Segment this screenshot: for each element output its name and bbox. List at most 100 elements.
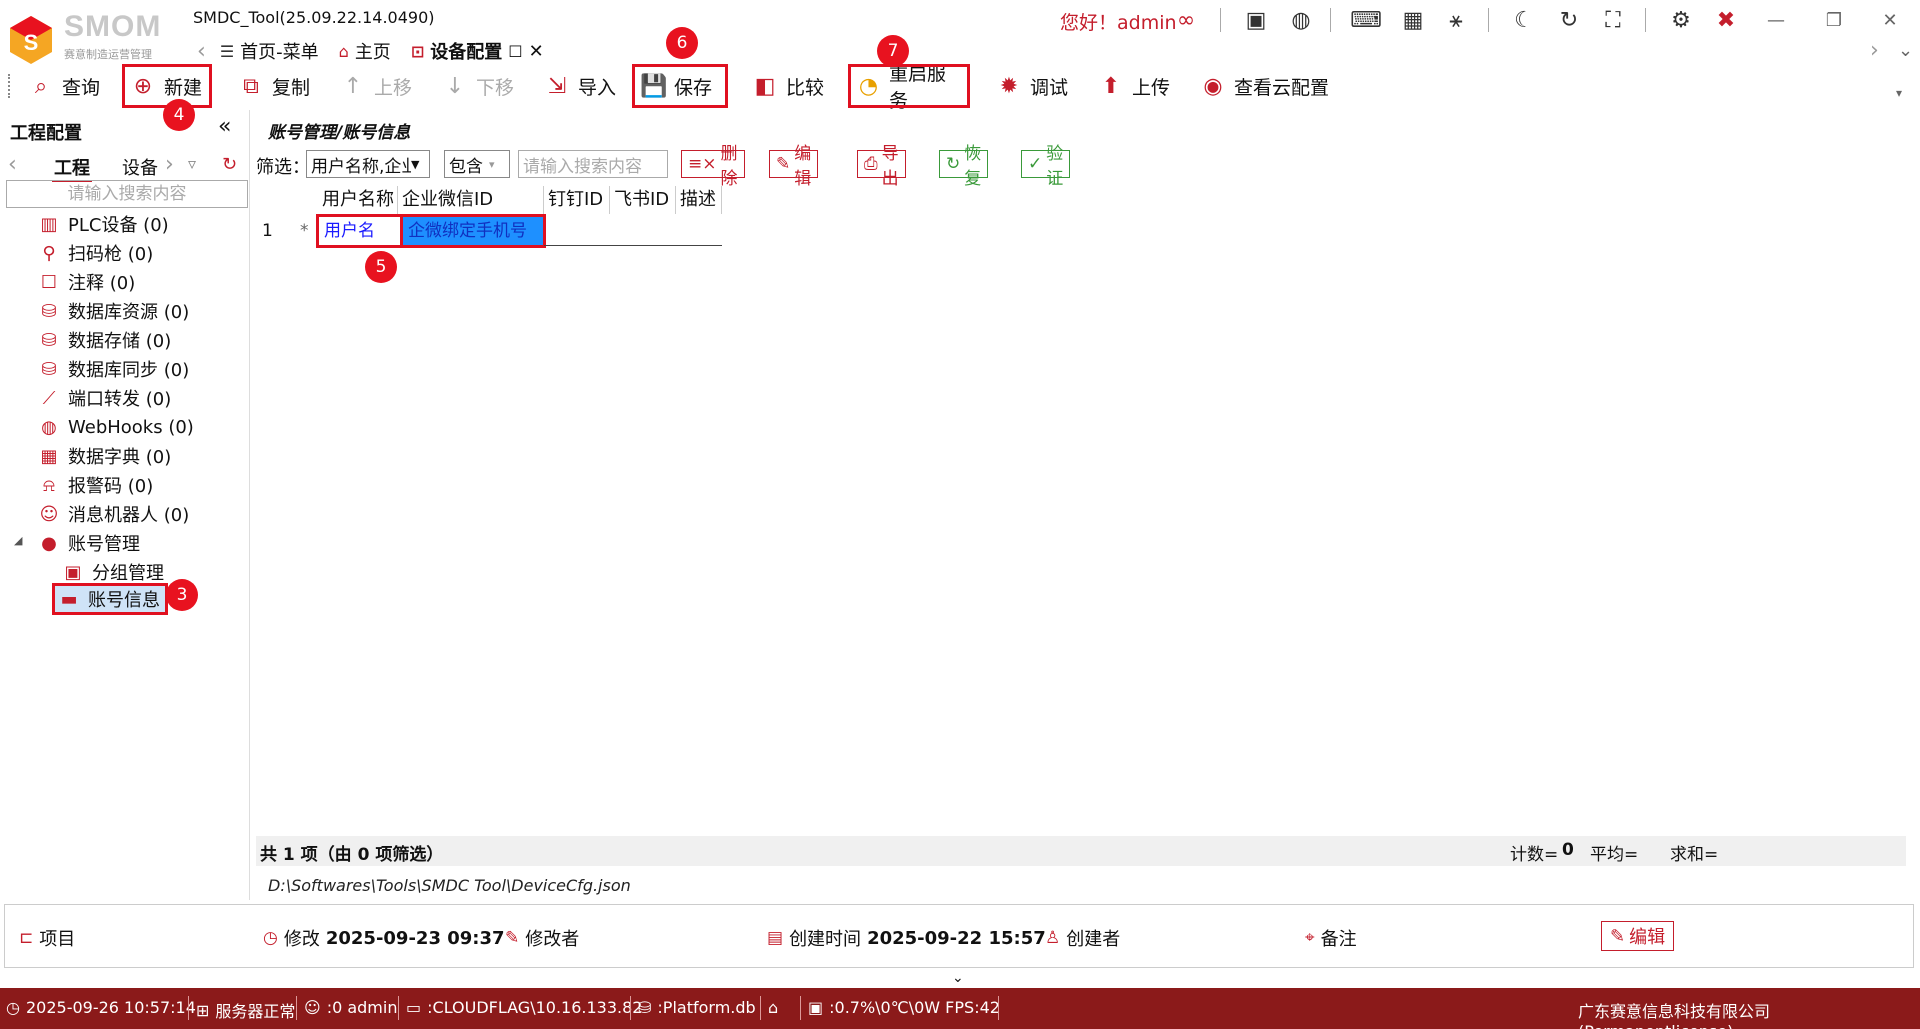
tab-device[interactable]: 设备 xyxy=(122,154,158,180)
edit-button[interactable]: ✎ 编辑 xyxy=(769,144,819,189)
tree-label: 分组管理 xyxy=(92,563,164,584)
tree-item-db-sync[interactable]: ⛁ 数据库同步 (0) xyxy=(38,355,189,383)
maximize-tab-icon[interactable]: ☐ xyxy=(508,42,522,61)
file-path: D:\Softwares\Tools\SMDC Tool\DeviceCfg.j… xyxy=(268,876,631,895)
tree-item-comment[interactable]: ☐ 注释 (0) xyxy=(38,268,135,296)
keyboard-icon[interactable]: ⌨ xyxy=(1350,6,1382,34)
column-header[interactable]: 企业微信ID xyxy=(398,186,544,214)
compare-button[interactable]: ◧ 比较 xyxy=(746,66,830,106)
restore-button[interactable]: ❐ xyxy=(1814,6,1854,34)
column-header[interactable]: 飞书ID xyxy=(610,186,676,214)
tab-scroll-left[interactable]: ‹ xyxy=(193,38,210,64)
filter-field-select[interactable]: 用户名称,企业 ▼ xyxy=(306,150,430,178)
move-down-button[interactable]: ↓ 下移 xyxy=(436,66,520,106)
status-bar: ◷ 2025-09-26 10:57:14 ⊞ 服务器正常 ☺:0 admin ▭:… xyxy=(0,988,1920,1029)
tab-scroll-right-icon[interactable]: › xyxy=(1870,38,1879,63)
tree-item-account-mgmt[interactable]: ● 账号管理 xyxy=(38,529,140,557)
save-button[interactable]: 💾 保存 xyxy=(632,64,728,108)
note-label: 备注 xyxy=(1320,929,1357,950)
tab-home[interactable]: ⌂ 主页 xyxy=(329,38,401,64)
import-button[interactable]: ⇲ 导入 xyxy=(538,66,622,106)
tab-list-icon[interactable]: ⌄ xyxy=(1898,40,1913,61)
tree-item-plc[interactable]: ▥ PLC设备 (0) xyxy=(38,210,168,238)
link-icon[interactable]: ∞ xyxy=(1170,6,1202,34)
new-button[interactable]: ⊕ 新建 xyxy=(122,64,212,108)
modified-field: ◷ 修改 2025-09-23 09:37 xyxy=(263,925,505,951)
port-icon: ⟋ xyxy=(42,387,56,409)
network-icon[interactable]: ⚹ xyxy=(1440,6,1472,34)
filter-search-input[interactable]: 请输入搜索内容 xyxy=(518,150,668,178)
tree-item-port-forward[interactable]: ⟋ 端口转发 (0) xyxy=(38,384,172,412)
marker-5: 5 xyxy=(365,251,397,283)
moon-icon[interactable]: ☾ xyxy=(1508,6,1540,34)
tree-item-alarm-code[interactable]: ⍾ 报警码 (0) xyxy=(38,471,153,499)
tree-item-webhooks[interactable]: ◍ WebHooks (0) xyxy=(38,413,194,441)
gear-icon[interactable]: ⚙ xyxy=(1665,6,1697,34)
project-icon: ⊏ xyxy=(19,928,34,948)
copy-button[interactable]: ⧉ 复制 xyxy=(232,66,316,106)
toolbar-overflow-icon[interactable]: ▾ xyxy=(1896,86,1902,100)
save-icon: 💾 xyxy=(640,73,668,99)
collapse-panel-icon[interactable]: « xyxy=(218,114,231,139)
footer-edit-button[interactable]: ✎ 编辑 xyxy=(1601,921,1675,951)
close-window-button[interactable]: ✕ xyxy=(1870,6,1910,34)
refresh-icon[interactable]: ↻ xyxy=(1553,6,1585,34)
debug-button[interactable]: ✹ 调试 xyxy=(990,66,1074,106)
upload-button[interactable]: ⬆ 上传 xyxy=(1092,66,1176,106)
tree-search-input[interactable]: 请输入搜索内容 xyxy=(6,180,248,208)
group-icon: ▣ xyxy=(64,561,82,583)
status-host: ▭:CLOUDFLAG\10.16.133.82 xyxy=(406,998,642,1017)
cell-wecom-id[interactable]: 企微绑定手机号 xyxy=(400,214,546,248)
menu-icon: ☰ xyxy=(219,41,235,61)
query-button[interactable]: ⌕ 查询 xyxy=(22,66,106,106)
minimize-button[interactable]: — xyxy=(1756,6,1796,34)
view-cloud-config-button[interactable]: ◉ 查看云配置 xyxy=(1194,66,1335,106)
filter-icon[interactable]: ▿ xyxy=(188,154,196,173)
restart-icon: ◔ xyxy=(858,73,879,99)
expand-footer-icon[interactable]: ⌄ xyxy=(952,970,964,986)
globe-icon[interactable]: ◍ xyxy=(1285,6,1317,34)
tab-project[interactable]: 工程 xyxy=(52,154,92,182)
compare-icon: ◧ xyxy=(754,73,776,99)
tools-icon[interactable]: ✖ xyxy=(1710,6,1742,34)
terminal-icon[interactable]: ▣ xyxy=(1240,6,1272,34)
status-company: 广东赛意信息科技有限公司(Permanentlicense) xyxy=(1578,998,1920,1029)
separator xyxy=(296,996,297,1020)
chevron-left-icon[interactable]: ‹ xyxy=(8,152,17,177)
tree-item-group-mgmt[interactable]: ▣ 分组管理 xyxy=(62,558,164,586)
tree-item-scanner[interactable]: ⚲ 扫码枪 (0) xyxy=(38,239,153,267)
tree-item-data-dict[interactable]: ▦ 数据字典 (0) xyxy=(38,442,171,470)
close-tab-icon[interactable]: ✕ xyxy=(529,41,544,62)
column-header[interactable]: 用户名称 xyxy=(318,186,398,214)
tree-item-db-resource[interactable]: ⛁ 数据库资源 (0) xyxy=(38,297,189,325)
expand-triangle-icon[interactable]: ◢ xyxy=(14,534,22,547)
cell-username[interactable]: 用户名 xyxy=(316,214,404,248)
verify-button[interactable]: ✓ 验证 xyxy=(1021,144,1071,189)
refresh-tree-icon[interactable]: ↻ xyxy=(222,154,237,175)
cell-description[interactable] xyxy=(676,216,722,246)
cell-dingtalk-id[interactable] xyxy=(544,216,610,246)
restore-button[interactable]: ↻ 恢复 xyxy=(939,144,989,189)
tree-item-msg-robot[interactable]: ☺ 消息机器人 (0) xyxy=(38,500,190,528)
column-header[interactable]: 钉钉ID xyxy=(544,186,610,214)
fullscreen-icon[interactable]: ⛶ xyxy=(1597,6,1629,34)
cell-feishu-id[interactable] xyxy=(610,216,676,246)
filter-op-select[interactable]: 包含 ▾ xyxy=(444,150,510,178)
summary-text: 共 1 项（由 0 项筛选） xyxy=(260,845,444,865)
tab-device-config[interactable]: ⊡ 设备配置 ☐ ✕ xyxy=(401,38,554,64)
tab-home-menu[interactable]: ☰ 首页-菜单 xyxy=(210,38,329,64)
calculator-icon[interactable]: ▦ xyxy=(1397,6,1429,34)
tree-item-data-storage[interactable]: ⛁ 数据存储 (0) xyxy=(38,326,171,354)
delete-button[interactable]: ≡× 删除 xyxy=(681,144,745,189)
export-button[interactable]: ⎙ 导出 xyxy=(857,144,906,189)
plus-circle-icon: ⊕ xyxy=(133,73,153,99)
move-up-button[interactable]: ↑ 上移 xyxy=(334,66,418,106)
home-icon: ⌂ xyxy=(338,41,349,61)
separator xyxy=(188,996,189,1020)
column-header[interactable]: 描述 xyxy=(676,186,722,214)
chevron-right-icon[interactable]: › xyxy=(165,152,174,177)
separator xyxy=(1645,8,1646,32)
tree-item-account-info[interactable]: ▬ 账号信息 xyxy=(52,583,168,615)
restart-service-button[interactable]: ◔ 重启服务 xyxy=(848,63,970,112)
compare-label: 比较 xyxy=(786,76,825,99)
